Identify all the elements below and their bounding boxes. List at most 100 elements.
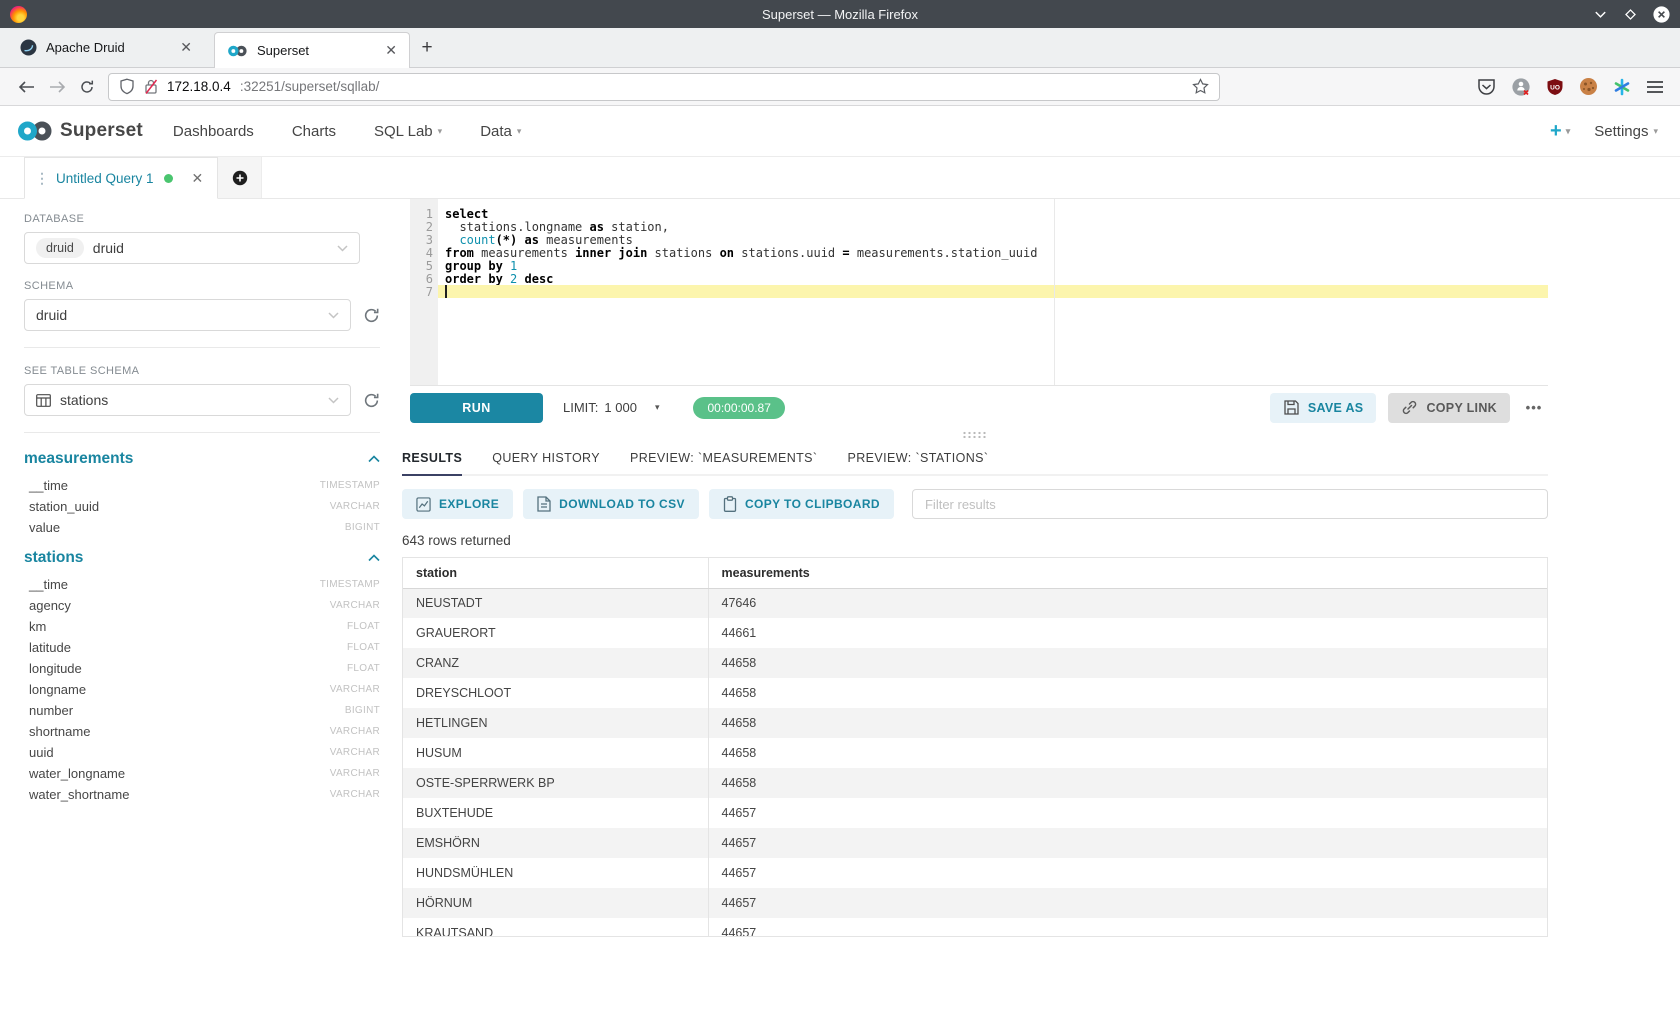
maximize-button[interactable]	[1623, 7, 1638, 22]
cell-station: EMSHÖRN	[403, 828, 708, 858]
copy-clipboard-button[interactable]: COPY TO CLIPBOARD	[709, 489, 894, 519]
column-name: latitude	[29, 640, 71, 655]
table-column: agencyVARCHAR	[24, 595, 380, 616]
drag-handle-icon[interactable]: ⋮	[35, 170, 49, 187]
column-name: water_shortname	[29, 787, 129, 802]
result-row: DREYSCHLOOT44658	[403, 678, 1547, 708]
asterisk-extension-icon[interactable]	[1613, 78, 1631, 96]
rows-returned-label: 643 rows returned	[402, 533, 1548, 548]
table-section-header[interactable]: stations	[24, 549, 380, 567]
close-query-tab-icon[interactable]: ✕	[192, 170, 204, 187]
cell-measurements: 44658	[708, 768, 1547, 798]
table-section-header[interactable]: measurements	[24, 450, 380, 468]
query-tab-untitled-query-1[interactable]: ⋮ Untitled Query 1 ✕	[24, 157, 218, 199]
privacy-extension-icon[interactable]	[1511, 77, 1531, 97]
cookie-extension-icon[interactable]	[1579, 77, 1598, 96]
file-icon	[537, 496, 551, 512]
chevron-down-icon: ▾	[1653, 126, 1658, 137]
schema-select[interactable]: druid	[24, 299, 351, 331]
chevron-up-icon[interactable]	[368, 554, 380, 562]
new-item-button[interactable]: +▾	[1550, 120, 1570, 143]
table-column: kmFLOAT	[24, 616, 380, 637]
tracking-shield-icon[interactable]	[119, 78, 135, 95]
chevron-down-icon	[328, 312, 339, 319]
pocket-icon[interactable]	[1477, 78, 1496, 96]
pane-splitter[interactable]	[402, 429, 1548, 439]
run-button[interactable]: RUN	[410, 393, 543, 423]
minimize-button[interactable]	[1593, 7, 1608, 22]
sql-editor[interactable]: 1234567 select stations.longname as stat…	[410, 199, 1548, 385]
gutter-line-number: 4	[410, 246, 438, 259]
copy-link-button[interactable]: COPY LINK	[1388, 393, 1510, 423]
tab-preview-measurements[interactable]: PREVIEW: `MEASUREMENTS`	[630, 439, 817, 474]
table-column: latitudeFLOAT	[24, 637, 380, 658]
insecure-lock-icon[interactable]	[144, 78, 158, 95]
chevron-up-icon[interactable]	[368, 455, 380, 463]
settings-menu[interactable]: Settings▾	[1594, 123, 1658, 140]
browser-tab-apache-druid[interactable]: Apache Druid ✕	[8, 28, 204, 67]
add-query-tab-button[interactable]	[218, 157, 262, 198]
text-cursor	[445, 285, 447, 298]
tab-close-icon[interactable]: ✕	[180, 39, 192, 56]
ublock-origin-icon[interactable]: UO	[1546, 78, 1564, 96]
firefox-logo-icon	[10, 6, 27, 23]
column-name: station_uuid	[29, 499, 99, 514]
tab-preview-stations[interactable]: PREVIEW: `STATIONS`	[847, 439, 988, 474]
chevron-down-icon: ▾	[438, 126, 443, 137]
refresh-tables-button[interactable]	[363, 392, 380, 409]
column-type: BIGINT	[345, 705, 380, 716]
column-type: FLOAT	[347, 663, 380, 674]
column-header-station[interactable]: station	[403, 558, 708, 588]
query-timer-badge: 00:00:00.87	[693, 397, 784, 419]
query-tab-strip: ⋮ Untitled Query 1 ✕	[0, 157, 1680, 199]
cell-measurements: 44657	[708, 858, 1547, 888]
superset-logo[interactable]: Superset	[16, 119, 143, 143]
nav-item-data[interactable]: Data▾	[480, 123, 521, 140]
back-button[interactable]	[12, 80, 42, 94]
code-line: count(*) as measurements	[438, 233, 1548, 246]
editor-code-area[interactable]: select stations.longname as station, cou…	[438, 199, 1548, 385]
nav-item-dashboards[interactable]: Dashboards	[173, 123, 254, 140]
url-bar[interactable]: 172.18.0.4:32251/superset/sqllab/	[108, 73, 1220, 101]
column-name: value	[29, 520, 60, 535]
result-row: EMSHÖRN44657	[403, 828, 1547, 858]
browser-tab-superset[interactable]: Superset ✕	[214, 32, 410, 68]
close-window-button[interactable]	[1653, 6, 1670, 23]
tab-query-history[interactable]: QUERY HISTORY	[492, 439, 600, 474]
code-line: group by 1	[438, 259, 1548, 272]
download-csv-button[interactable]: DOWNLOAD TO CSV	[523, 489, 699, 519]
column-type: VARCHAR	[330, 684, 380, 695]
refresh-schemas-button[interactable]	[363, 307, 380, 324]
nav-item-charts[interactable]: Charts	[292, 123, 336, 140]
save-as-button[interactable]: SAVE AS	[1270, 393, 1377, 423]
database-select[interactable]: druid druid	[24, 232, 360, 264]
new-tab-button[interactable]: +	[410, 28, 444, 67]
cell-station: HUSUM	[403, 738, 708, 768]
limit-dropdown[interactable]: LIMIT: 1 000 ▾	[563, 400, 659, 415]
table-select[interactable]: stations	[24, 384, 351, 416]
column-type: TIMESTAMP	[320, 579, 380, 590]
reload-button[interactable]	[72, 79, 102, 95]
filter-results-input[interactable]	[912, 489, 1548, 519]
cell-measurements: 44658	[708, 738, 1547, 768]
chevron-down-icon: ▾	[655, 402, 660, 413]
more-options-button[interactable]: •••	[1520, 400, 1548, 415]
explore-button[interactable]: EXPLORE	[402, 489, 513, 519]
menu-hamburger-icon[interactable]	[1646, 80, 1664, 94]
superset-favicon-icon	[227, 44, 248, 58]
column-header-measurements[interactable]: measurements	[708, 558, 1547, 588]
forward-button[interactable]	[42, 80, 72, 94]
browser-toolbar: 172.18.0.4:32251/superset/sqllab/ UO	[0, 68, 1680, 106]
nav-item-sql-lab[interactable]: SQL Lab▾	[374, 123, 442, 140]
bookmark-star-icon[interactable]	[1192, 78, 1209, 95]
browser-tab-label: Superset	[257, 43, 309, 58]
code-line: select	[438, 207, 1548, 220]
splitter-grip-icon	[962, 431, 988, 438]
floppy-disk-icon	[1283, 399, 1300, 416]
query-status-dot	[164, 174, 173, 183]
tab-results[interactable]: RESULTS	[402, 439, 462, 476]
tab-close-icon[interactable]: ✕	[385, 42, 397, 59]
cell-station: DREYSCHLOOT	[403, 678, 708, 708]
cell-measurements: 44658	[708, 708, 1547, 738]
cell-station: KRAUTSAND	[403, 918, 708, 937]
